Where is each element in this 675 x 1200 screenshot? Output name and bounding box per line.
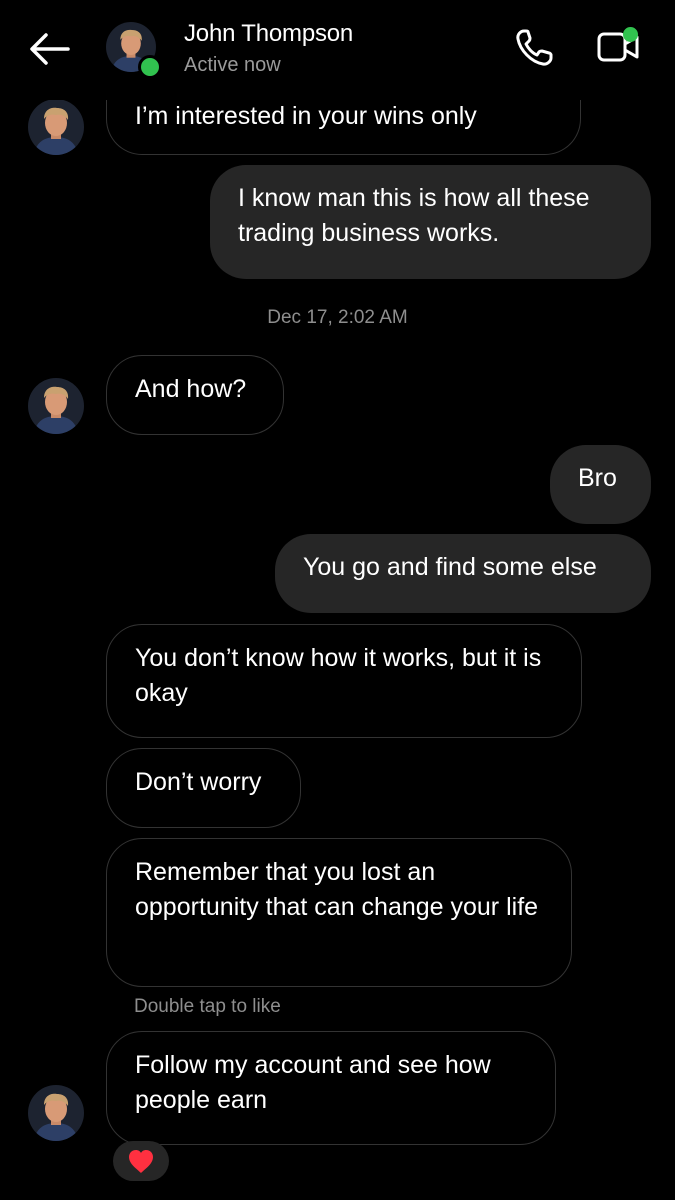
contact-status: Active now [184,54,281,76]
message-text: Follow my account and see how people ear… [135,1051,491,1114]
sender-avatar[interactable] [28,378,84,434]
message-bubble-incoming[interactable]: And how? [106,355,284,435]
message-text: You go and find some else [303,553,597,581]
message-bubble-incoming[interactable]: Remember that you lost an opportunity th… [106,838,572,987]
message-text: You don’t know how it works, but it is o… [135,644,542,707]
message-bubble-outgoing[interactable]: Bro [550,445,651,524]
message-bubble-outgoing[interactable]: You go and find some else [275,534,651,613]
message-reaction[interactable] [113,1141,169,1181]
chat-header: John Thompson Active now [0,0,675,100]
heart-icon [129,1150,153,1173]
message-bubble-outgoing[interactable]: I know man this is how all these trading… [210,165,651,279]
phone-icon[interactable] [510,24,560,70]
message-text: I know man this is how all these trading… [238,184,590,247]
message-text: Bro [578,464,617,492]
message-text: I’m interested in your wins only [135,102,477,130]
video-active-dot [623,27,638,42]
message-text: Don’t worry [135,768,262,796]
contact-name[interactable]: John Thompson [184,20,353,48]
message-timestamp: Dec 17, 2:02 AM [267,307,408,328]
sender-avatar[interactable] [28,99,84,155]
message-text: Remember that you lost an opportunity th… [135,858,539,921]
message-bubble-incoming[interactable]: Don’t worry [106,748,301,828]
active-status-dot [138,55,162,79]
message-text: And how? [135,375,247,403]
double-tap-hint: Double tap to like [134,996,281,1017]
message-bubble-incoming[interactable]: Follow my account and see how people ear… [106,1031,556,1145]
back-arrow-icon[interactable] [26,26,72,72]
sender-avatar[interactable] [28,1085,84,1141]
message-bubble-incoming[interactable]: You don’t know how it works, but it is o… [106,624,582,738]
